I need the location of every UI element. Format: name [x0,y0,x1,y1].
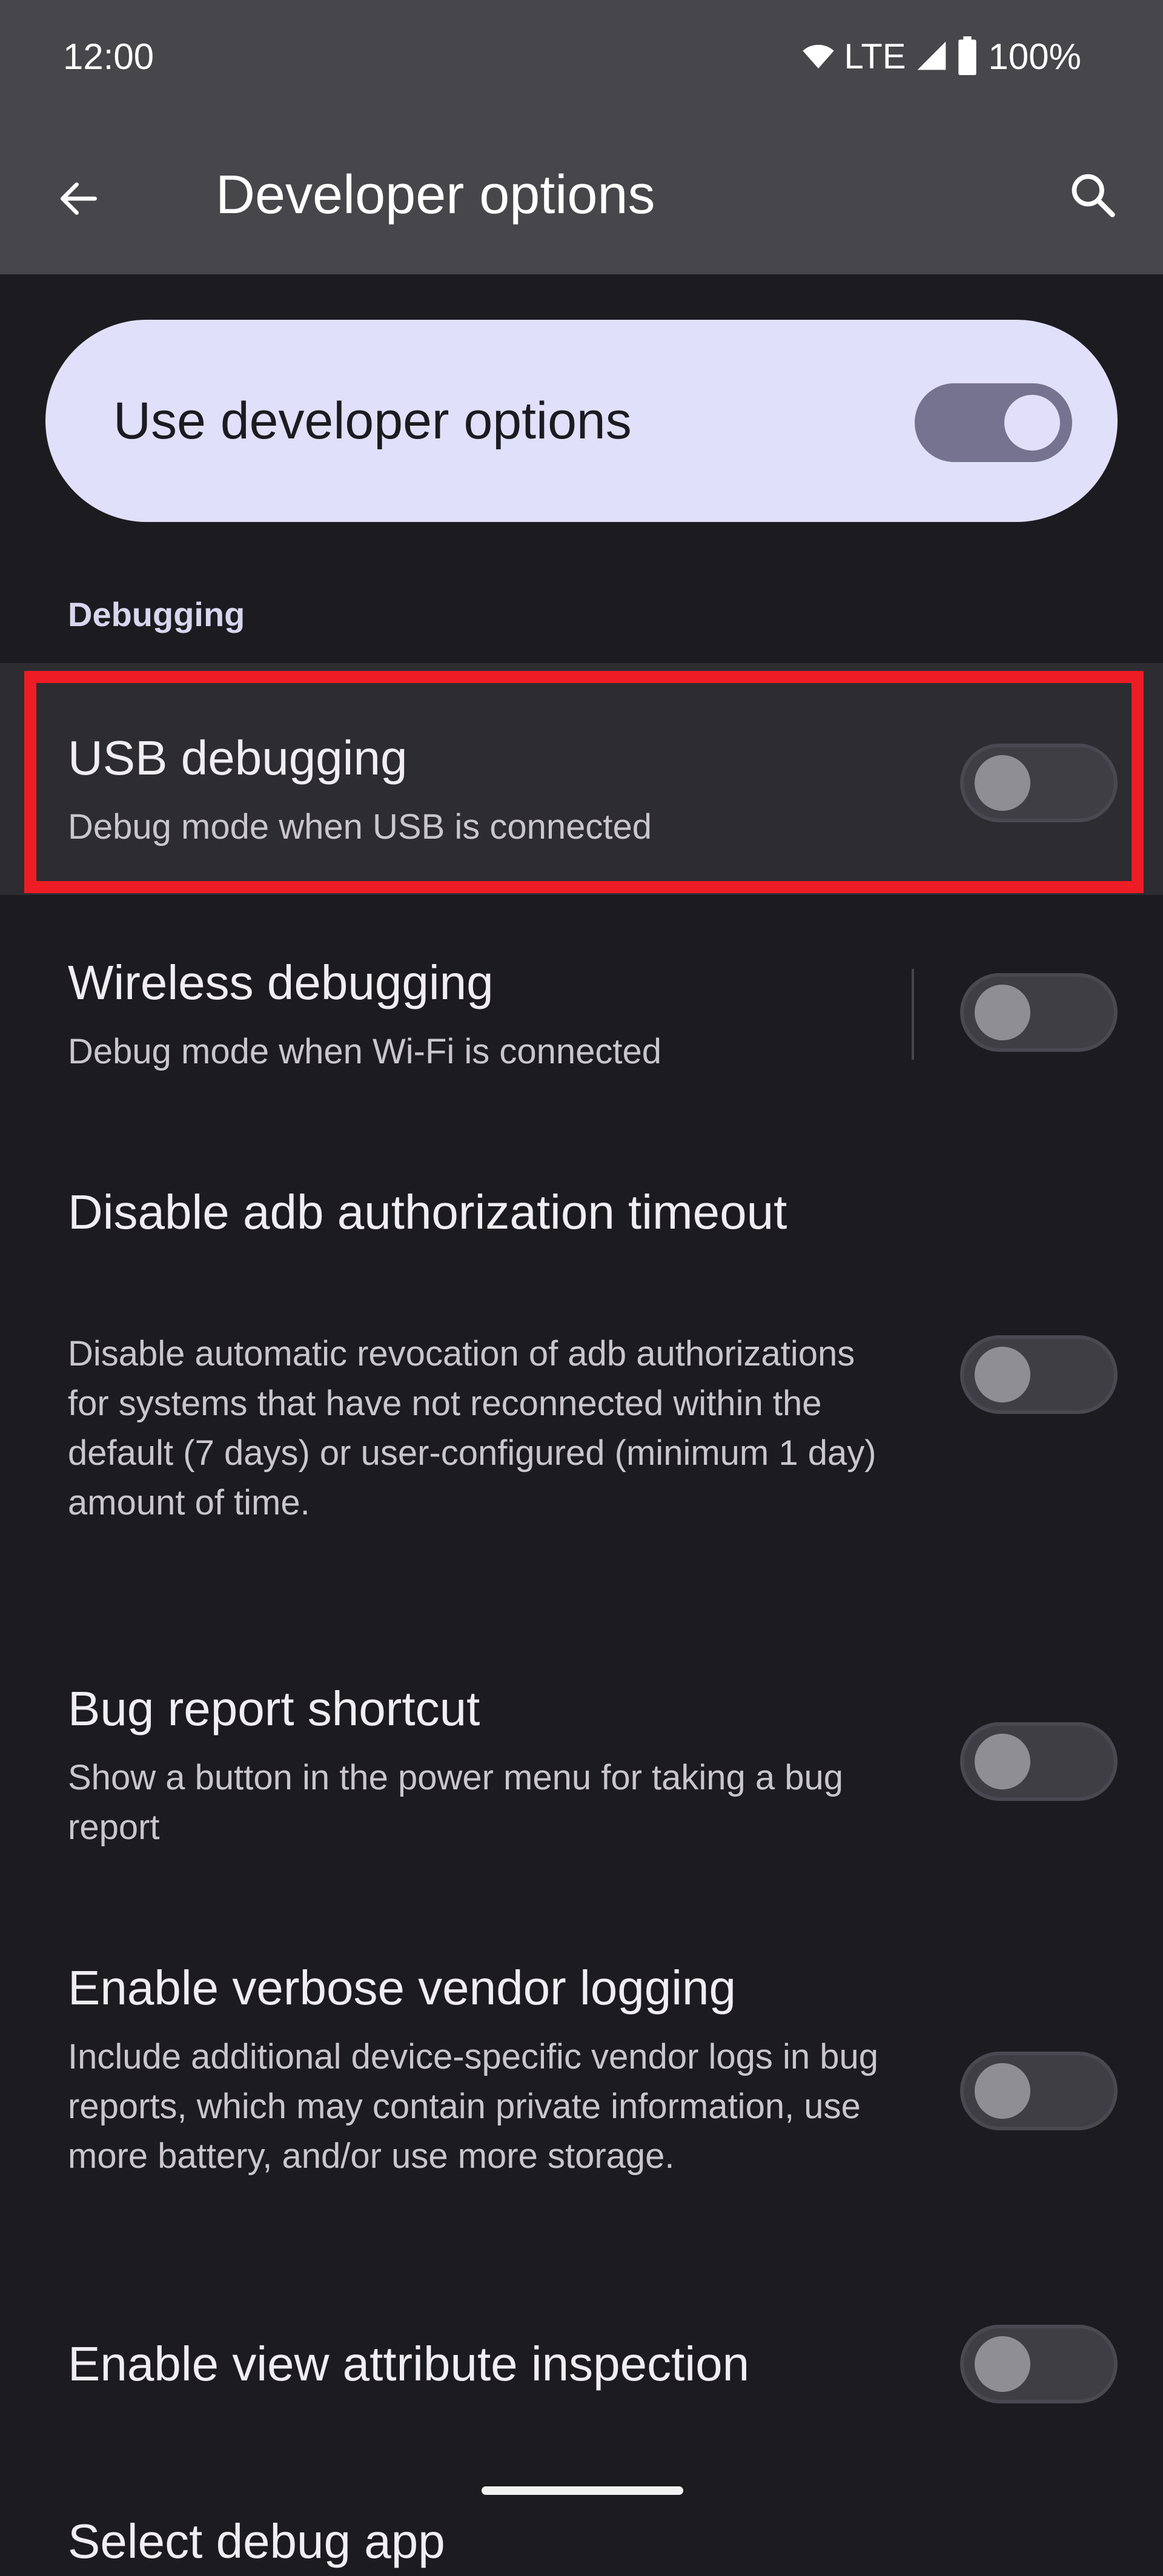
vertical-divider [912,969,914,1060]
status-time: 12:00 [63,36,154,77]
app-bar: 12:00 LTE 100% Developer options [0,0,1163,274]
pref-title: Enable view attribute inspection [68,2337,750,2391]
search-icon [1068,170,1119,224]
switch-thumb [975,2336,1030,2392]
switch-thumb [975,985,1030,1040]
pref-summary: Disable automatic revocation of adb auth… [68,1334,876,1522]
page-title: Developer options [216,165,655,225]
arrow-back-icon [55,174,103,226]
status-icons: LTE 100% [801,35,1081,79]
bug-report-shortcut-switch[interactable] [960,1722,1118,1801]
pref-summary: Debug mode when Wi-Fi is connected [68,1032,662,1071]
pref-summary: Include additional device-specific vendo… [68,2037,879,2176]
battery-icon [957,36,978,78]
pref-select-debug-app-partial[interactable]: Select debug app [68,2507,445,2576]
use-developer-options-label: Use developer options [113,392,632,450]
switch-thumb [975,2063,1030,2119]
back-button[interactable] [42,163,115,236]
use-developer-options-switch[interactable] [915,383,1072,462]
switch-thumb [975,1734,1030,1789]
highlight-annotation-box [24,671,1144,893]
switch-thumb [1004,395,1060,451]
pref-title: Enable verbose vendor logging [68,1961,737,2015]
pref-summary: Show a button in the power menu for taki… [68,1758,844,1847]
disable-adb-authorization-timeout-switch[interactable] [960,1335,1118,1414]
search-button[interactable] [1057,160,1130,233]
pref-title: Bug report shortcut [68,1682,480,1735]
use-developer-options-card[interactable]: Use developer options [45,320,1118,522]
enable-view-attribute-inspection-switch[interactable] [960,2325,1118,2403]
wifi-icon [801,39,835,76]
pref-title: Disable adb authorization timeout [68,1185,787,1239]
section-header-debugging: Debugging [68,595,245,633]
network-type: LTE [844,37,906,76]
cell-signal-icon [915,38,949,77]
battery-percent: 100% [988,36,1081,77]
pref-title: Wireless debugging [68,956,494,1009]
switch-thumb [975,1347,1030,1402]
enable-verbose-vendor-logging-switch[interactable] [960,2052,1118,2130]
gesture-nav-handle[interactable] [482,2486,683,2495]
wireless-debugging-switch[interactable] [960,973,1118,1052]
